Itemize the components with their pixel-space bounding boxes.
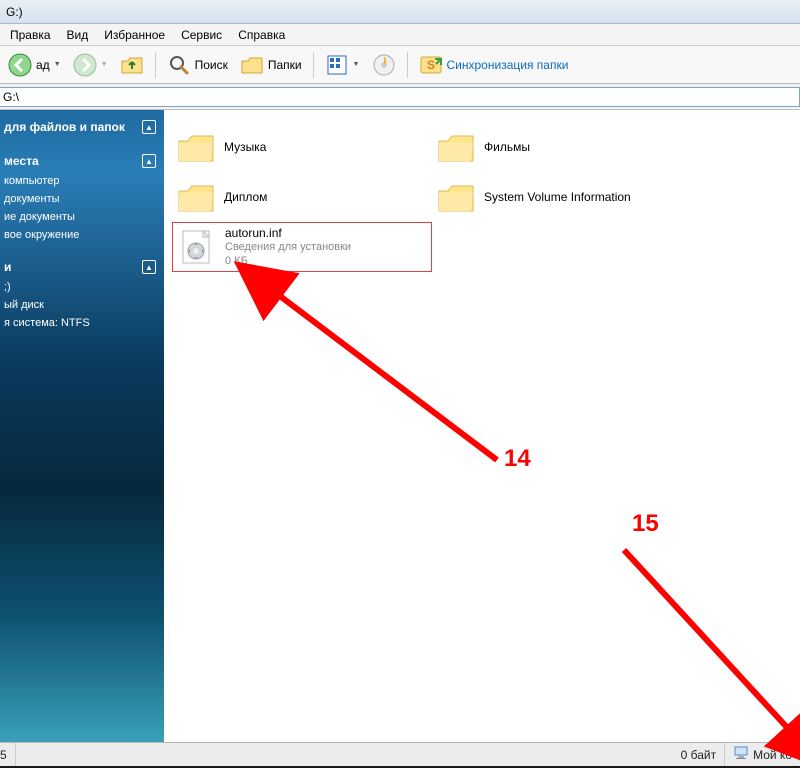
sidebar-item-documents[interactable]: документы (0, 190, 164, 208)
chevron-up-icon: ▲ (142, 260, 156, 274)
search-icon (167, 53, 191, 77)
window-titlebar: G:) (0, 0, 800, 24)
chevron-up-icon: ▲ (142, 154, 156, 168)
file-item-autorun[interactable]: autorun.inf Сведения для установки 0 КБ (172, 222, 432, 272)
burn-button[interactable] (368, 51, 400, 79)
burn-icon (372, 53, 396, 77)
menu-view[interactable]: Вид (59, 25, 97, 45)
folders-label: Папки (268, 58, 302, 72)
folder-item[interactable]: Музыка (172, 122, 432, 172)
sidebar-panel-tasks-title: для файлов и папок (4, 120, 125, 134)
sidebar-panel-places-title: места (4, 154, 39, 168)
file-name: Музыка (224, 140, 266, 155)
file-type-desc: Сведения для установки (225, 241, 351, 255)
folders-icon (240, 53, 264, 77)
menu-tools[interactable]: Сервис (173, 25, 230, 45)
file-name: Фильмы (484, 140, 530, 155)
chevron-down-icon: ▼ (353, 61, 360, 68)
address-text: G:\ (3, 90, 19, 104)
sidebar-item-shared-documents[interactable]: ие документы (0, 208, 164, 226)
toolbar: ад ▼ ▼ Поиск Папки ▼ (0, 46, 800, 84)
file-view[interactable]: Музыка Фильмы Диплом System Volume Infor (164, 110, 800, 742)
sidebar-item-network[interactable]: вое окружение (0, 226, 164, 244)
file-name: Диплом (224, 190, 267, 205)
menu-edit[interactable]: Правка (2, 25, 59, 45)
back-label: ад (36, 58, 50, 72)
forward-icon (73, 53, 97, 77)
back-icon (8, 53, 32, 77)
folders-button[interactable]: Папки (236, 51, 306, 79)
menu-help[interactable]: Справка (230, 25, 293, 45)
toolbar-separator (155, 52, 156, 78)
search-button[interactable]: Поиск (163, 51, 232, 79)
annotation-label-15: 15 (632, 510, 659, 538)
chevron-down-icon: ▼ (101, 61, 108, 68)
sidebar-detail-drivename: ;) (0, 278, 164, 296)
sidebar-panel-tasks-header[interactable]: для файлов и папок ▲ (0, 116, 164, 138)
folder-icon (176, 179, 216, 215)
views-icon (325, 53, 349, 77)
folder-item[interactable]: System Volume Information (432, 172, 692, 222)
window-title: G:) (6, 5, 23, 19)
folder-item[interactable]: Диплом (172, 172, 432, 222)
sidebar-detail-filesystem: я система: NTFS (0, 314, 164, 332)
chevron-down-icon: ▼ (54, 61, 61, 68)
toolbar-separator (313, 52, 314, 78)
folder-icon (436, 179, 476, 215)
forward-button[interactable]: ▼ (69, 51, 112, 79)
chevron-up-icon: ▲ (142, 120, 156, 134)
file-name: autorun.inf (225, 226, 351, 241)
annotation-label-14: 14 (504, 445, 531, 473)
sync-button[interactable]: S Синхронизация папки (415, 51, 573, 79)
svg-text:S: S (427, 58, 435, 72)
annotation-arrow-14 (247, 270, 547, 493)
toolbar-separator (407, 52, 408, 78)
views-button[interactable]: ▼ (321, 51, 364, 79)
sidebar: для файлов и папок ▲ места ▲ компьютер д… (0, 110, 164, 742)
sidebar-panel-places-header[interactable]: места ▲ (0, 150, 164, 172)
folder-item[interactable]: Фильмы (432, 122, 692, 172)
address-bar: G:\ (0, 84, 800, 110)
search-label: Поиск (195, 58, 228, 72)
menu-favorites[interactable]: Избранное (96, 25, 173, 45)
sidebar-item-computer[interactable]: компьютер (0, 172, 164, 190)
status-object-count: 5 (0, 743, 16, 766)
sidebar-panel-details-title: и (4, 260, 11, 274)
address-field[interactable]: G:\ (0, 87, 800, 107)
sidebar-panel-details-header[interactable]: и ▲ (0, 256, 164, 278)
back-button[interactable]: ад ▼ (4, 51, 65, 79)
up-button[interactable] (116, 51, 148, 79)
folder-icon (176, 129, 216, 165)
sync-icon: S (419, 53, 443, 77)
file-name: System Volume Information (484, 190, 631, 205)
folder-up-icon (120, 53, 144, 77)
annotation-arrow-15 (604, 530, 800, 753)
sync-label: Синхронизация папки (447, 58, 569, 72)
inf-file-icon (177, 229, 217, 265)
menu-bar: Правка Вид Избранное Сервис Справка (0, 24, 800, 46)
sidebar-detail-drivetype: ый диск (0, 296, 164, 314)
folder-icon (436, 129, 476, 165)
file-size: 0 КБ (225, 255, 351, 269)
